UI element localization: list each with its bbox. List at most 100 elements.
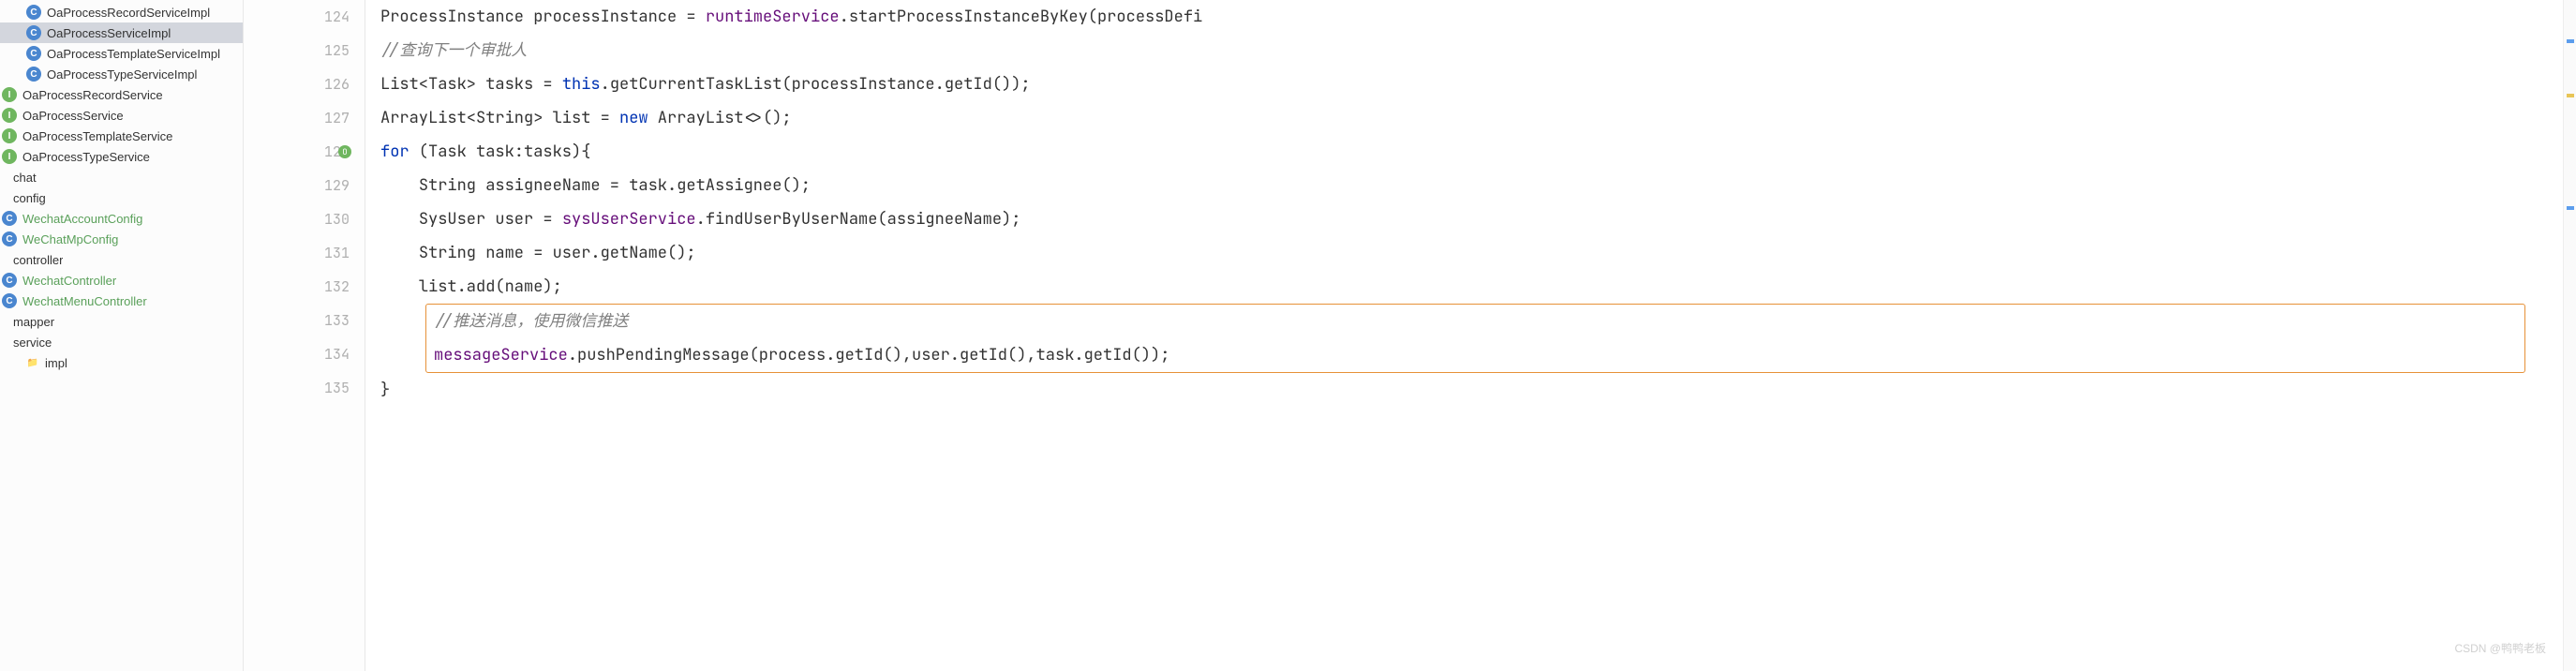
code-token: (Task task:tasks){ xyxy=(409,142,591,162)
code-token: sysUserService xyxy=(562,209,696,230)
class-icon: C xyxy=(2,293,17,308)
tree-item-label: controller xyxy=(13,253,63,267)
code-line[interactable]: ArrayList<String> list = new ArrayList<>… xyxy=(380,101,2563,135)
tree-item-label: service xyxy=(13,336,52,350)
tree-item-oaprocessrecordservice[interactable]: I OaProcessRecordService xyxy=(0,84,243,105)
error-stripe-marker[interactable] xyxy=(2567,39,2574,43)
code-token: messageService xyxy=(434,345,568,365)
code-line[interactable]: String assigneeName = task.getAssignee()… xyxy=(380,169,2563,202)
class-icon: C xyxy=(2,231,17,246)
tree-item-label: OaProcessService xyxy=(22,109,124,123)
line-number[interactable]: 130 xyxy=(251,202,350,236)
editor-gutter: 124125126127128O129130131132133134135 xyxy=(244,0,365,671)
tree-item-label: mapper xyxy=(13,315,54,329)
code-line[interactable]: list.add(name); xyxy=(380,270,2563,304)
code-line[interactable]: for (Task task:tasks){ xyxy=(380,135,2563,169)
code-line[interactable]: ProcessInstance processInstance = runtim… xyxy=(380,0,2563,34)
tree-item-label: OaProcessRecordServiceImpl xyxy=(47,6,210,20)
code-token: String assigneeName = task.getAssignee()… xyxy=(419,175,811,196)
code-token: list.add(name); xyxy=(419,276,562,297)
interface-icon: I xyxy=(2,87,17,102)
tree-item-oaprocesstemplateserviceimpl[interactable]: COaProcessTemplateServiceImpl xyxy=(0,43,243,64)
code-line[interactable]: //推送消息，使用微信推送 xyxy=(434,305,2517,338)
interface-icon: I xyxy=(2,128,17,143)
error-stripe-marker[interactable] xyxy=(2567,94,2574,97)
line-number[interactable]: 128O xyxy=(251,135,350,169)
tree-item-label: OaProcessRecordService xyxy=(22,88,163,102)
code-line[interactable]: SysUser user = sysUserService.findUserBy… xyxy=(380,202,2563,236)
code-token: .pushPendingMessage(process.getId(),user… xyxy=(568,345,1170,365)
tree-item-service[interactable]: service xyxy=(0,332,243,352)
line-number[interactable]: 131 xyxy=(251,236,350,270)
code-token: ArrayList<>(); xyxy=(648,108,792,128)
code-line[interactable]: } xyxy=(380,373,2563,407)
code-token: .findUserByUserName(assigneeName); xyxy=(696,209,1021,230)
code-token: runtimeService xyxy=(706,7,840,27)
line-number[interactable]: 125 xyxy=(251,34,350,67)
code-line[interactable]: List<Task> tasks = this.getCurrentTaskLi… xyxy=(380,67,2563,101)
tree-item-oaprocessserviceimpl[interactable]: C OaProcessServiceImpl xyxy=(0,22,243,43)
code-token: this xyxy=(562,74,601,95)
class-icon: C xyxy=(26,25,41,40)
override-marker-icon[interactable]: O xyxy=(338,145,351,158)
tree-item-controller[interactable]: controller xyxy=(0,249,243,270)
tree-item-impl[interactable]: 📁 impl xyxy=(0,352,243,373)
code-line[interactable]: //查询下一个审批人 xyxy=(380,34,2563,67)
tree-item-oaprocessrecordserviceimpl[interactable]: C OaProcessRecordServiceImpl xyxy=(0,2,243,22)
code-token: } xyxy=(380,380,390,400)
code-token: String name = user.getName(); xyxy=(419,243,696,263)
code-token: .getCurrentTaskList(processInstance.getI… xyxy=(601,74,1031,95)
code-line[interactable]: messageService.pushPendingMessage(proces… xyxy=(434,338,2517,372)
tree-item-label: WechatController xyxy=(22,274,116,288)
line-number[interactable]: 129 xyxy=(251,169,350,202)
tree-item-config[interactable]: config xyxy=(0,187,243,208)
tree-item-oaprocesstemplateservice[interactable]: I OaProcessTemplateService xyxy=(0,126,243,146)
watermark-text: CSDN @鸭鸭老板 xyxy=(2454,632,2546,665)
line-number[interactable]: 132 xyxy=(251,270,350,304)
code-token: List<Task> tasks = xyxy=(380,74,562,95)
line-number[interactable]: 126 xyxy=(251,67,350,101)
code-token: ProcessInstance processInstance = xyxy=(380,7,706,27)
tree-item-label: OaProcessServiceImpl xyxy=(47,26,171,40)
code-line[interactable]: String name = user.getName(); xyxy=(380,236,2563,270)
interface-icon: I xyxy=(2,108,17,123)
tree-item-wechatmpconfig[interactable]: CWeChatMpConfig xyxy=(0,229,243,249)
tree-item-oaprocesstypeserviceimpl[interactable]: C OaProcessTypeServiceImpl xyxy=(0,64,243,84)
tree-item-label: OaProcessTypeServiceImpl xyxy=(47,67,197,82)
folder-icon: 📁 xyxy=(26,355,39,370)
class-icon: C xyxy=(26,5,41,20)
tree-item-oaprocessservice[interactable]: I OaProcessService xyxy=(0,105,243,126)
tree-item-label: OaProcessTemplateService xyxy=(22,129,172,143)
highlighted-code-box: //推送消息，使用微信推送messageService.pushPendingM… xyxy=(425,304,2525,373)
code-token: .startProcessInstanceByKey(processDefi xyxy=(840,7,1203,27)
line-number[interactable]: 133 xyxy=(251,304,350,337)
tree-item-wechataccountconfig[interactable]: C WechatAccountConfig xyxy=(0,208,243,229)
code-token: new xyxy=(619,108,648,128)
code-token: ArrayList<String> list = xyxy=(380,108,619,128)
tree-item-wechatcontroller[interactable]: C WechatController xyxy=(0,270,243,291)
tree-item-wechatmenucontroller[interactable]: C WechatMenuController xyxy=(0,291,243,311)
tree-item-label: OaProcessTypeService xyxy=(22,150,150,164)
tree-item-label: WechatMenuController xyxy=(22,294,147,308)
line-number[interactable]: 134 xyxy=(251,337,350,371)
code-token: for xyxy=(380,142,409,162)
tree-item-mapper[interactable]: mapper xyxy=(0,311,243,332)
tree-item-label: WechatAccountConfig xyxy=(22,212,142,226)
project-tree-sidebar: C OaProcessRecordServiceImpl C OaProcessSer… xyxy=(0,0,244,671)
tree-item-label: impl xyxy=(45,356,67,370)
error-stripe[interactable] xyxy=(2563,0,2576,671)
code-token: SysUser user = xyxy=(419,209,562,230)
line-number[interactable]: 124 xyxy=(251,0,350,34)
line-number[interactable]: 135 xyxy=(251,371,350,405)
class-icon: C xyxy=(26,67,41,82)
class-icon: C xyxy=(2,211,17,226)
line-number[interactable]: 127 xyxy=(251,101,350,135)
tree-item-oaprocesstypeservice[interactable]: I OaProcessTypeService xyxy=(0,146,243,167)
code-editor[interactable]: ProcessInstance processInstance = runtim… xyxy=(365,0,2563,671)
interface-icon: I xyxy=(2,149,17,164)
code-token: //查询下一个审批人 xyxy=(380,40,527,61)
class-icon: C xyxy=(2,273,17,288)
tree-item-label: OaProcessTemplateServiceImpl xyxy=(47,47,220,61)
error-stripe-marker[interactable] xyxy=(2567,206,2574,210)
tree-item-chat[interactable]: chat xyxy=(0,167,243,187)
